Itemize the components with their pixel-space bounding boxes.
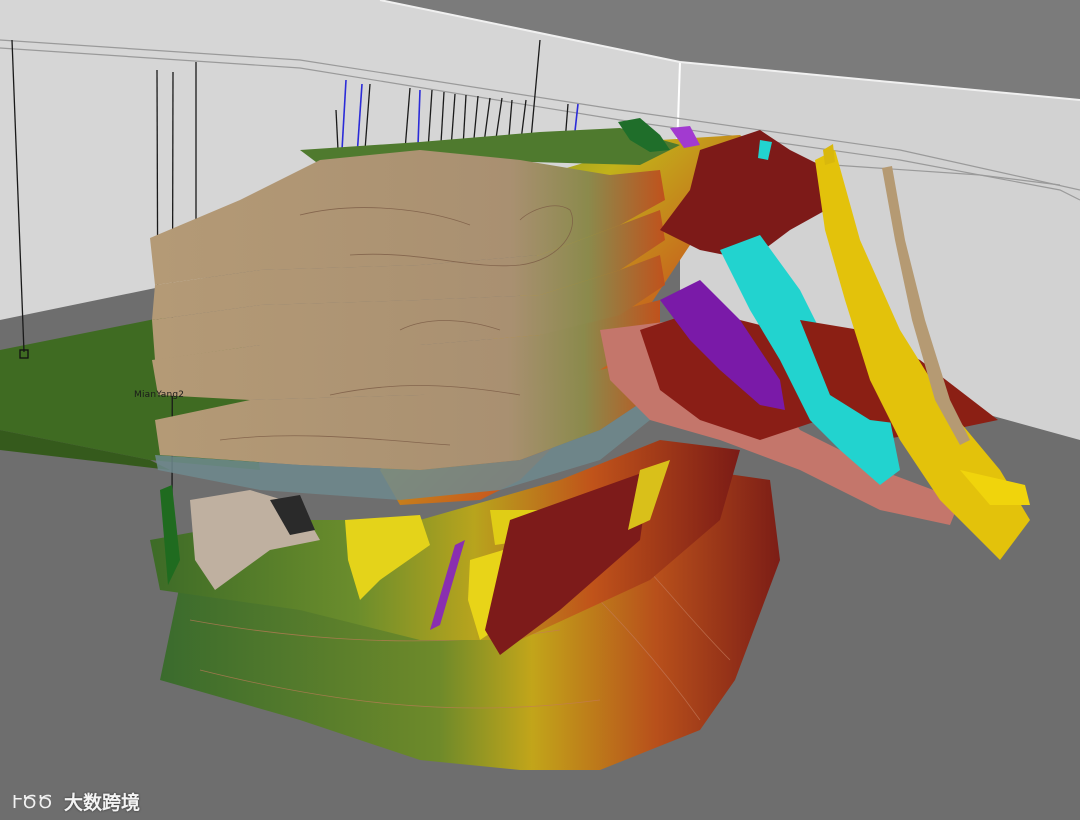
watermark-text: 大数跨境 [64, 791, 141, 814]
well-label: MianYang2 [134, 390, 185, 400]
watermark-logo-icon: ՒԾԾ [12, 792, 53, 813]
watermark: ՒԾԾ 大数跨境 [12, 786, 140, 816]
3d-geological-viewport[interactable] [0, 0, 1080, 820]
watermark-logo-glyphs: ՒԾԾ [12, 792, 53, 813]
